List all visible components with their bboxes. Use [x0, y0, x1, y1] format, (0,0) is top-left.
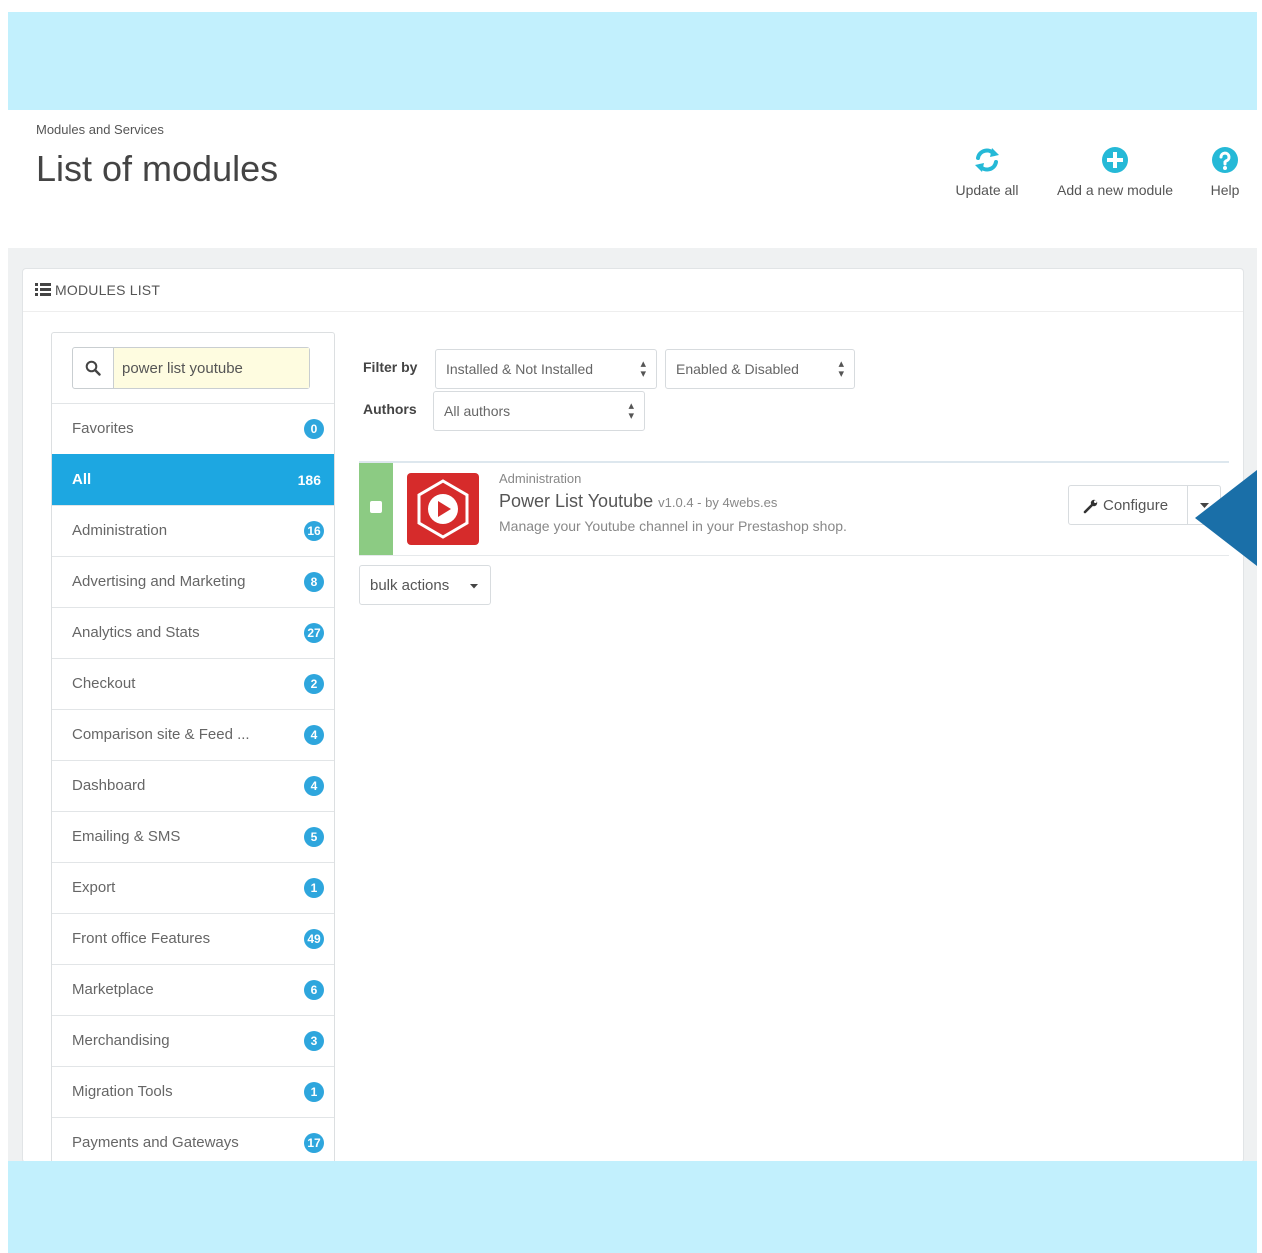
- category-label: Dashboard: [72, 777, 146, 794]
- category-label: Front office Features: [72, 930, 211, 947]
- configure-label: Configure: [1103, 497, 1169, 514]
- count-badge: 8: [304, 572, 324, 592]
- plus-circle-icon: [1102, 147, 1128, 173]
- category-front-office-features[interactable]: Front office Features 49: [52, 913, 334, 964]
- category-dashboard[interactable]: Dashboard 4: [52, 760, 334, 811]
- category-migration-tools[interactable]: Migration Tools 1: [52, 1066, 334, 1117]
- module-title: Power List Youtube v1.0.4 - by 4webs.es: [499, 491, 777, 512]
- category-label: Advertising and Marketing: [72, 573, 246, 590]
- count-badge: 2: [304, 674, 324, 694]
- module-status-bar: [359, 463, 393, 555]
- top-overlay-band: [8, 12, 1257, 110]
- modules-panel: MODULES LIST Favorites 0 All 186: [22, 268, 1244, 1161]
- category-emailing-sms[interactable]: Emailing & SMS 5: [52, 811, 334, 862]
- category-label: Administration: [72, 522, 168, 539]
- category-label: Merchandising: [72, 1032, 170, 1049]
- count-badge: 5: [304, 827, 324, 847]
- pointer-arrow-icon: [1195, 470, 1257, 566]
- category-export[interactable]: Export 1: [52, 862, 334, 913]
- bulk-actions-button[interactable]: bulk actions: [359, 565, 491, 605]
- category-list: Favorites 0 All 186 Administration 16 Ad…: [52, 403, 334, 1161]
- help-button[interactable]: Help: [1200, 146, 1250, 198]
- count-badge: 3: [304, 1031, 324, 1051]
- category-comparison-site[interactable]: Comparison site & Feed ... 4: [52, 709, 334, 760]
- count-badge: 0: [304, 419, 324, 439]
- chevron-down-icon: [470, 584, 478, 589]
- add-module-button[interactable]: Add a new module: [1040, 146, 1190, 198]
- category-analytics-stats[interactable]: Analytics and Stats 27: [52, 607, 334, 658]
- category-marketplace[interactable]: Marketplace 6: [52, 964, 334, 1015]
- authors-label: Authors: [363, 401, 417, 417]
- category-label: Checkout: [72, 675, 136, 692]
- count-badge: 4: [304, 776, 324, 796]
- category-sidebar: Favorites 0 All 186 Administration 16 Ad…: [51, 332, 335, 1161]
- update-all-label: Update all: [955, 182, 1019, 198]
- module-search-input[interactable]: [113, 348, 309, 388]
- sort-caret-icon: ▴ ▾: [640, 358, 646, 380]
- category-advertising-marketing[interactable]: Advertising and Marketing 8: [52, 556, 334, 607]
- category-label: Emailing & SMS: [72, 828, 181, 845]
- bottom-overlay-band: [8, 1161, 1257, 1253]
- category-label: Marketplace: [72, 981, 154, 998]
- count-badge: 16: [304, 521, 324, 541]
- category-merchandising[interactable]: Merchandising 3: [52, 1015, 334, 1066]
- category-favorites[interactable]: Favorites 0: [52, 403, 334, 454]
- module-checkbox[interactable]: [370, 501, 382, 513]
- count-badge: 27: [304, 623, 324, 643]
- count-badge: 49: [304, 929, 324, 949]
- category-all[interactable]: All 186: [52, 454, 334, 505]
- page-title: List of modules: [36, 148, 279, 189]
- filter-by-label: Filter by: [363, 359, 418, 375]
- panel-heading: MODULES LIST: [23, 269, 1243, 312]
- page-header: Modules and Services List of modules Upd…: [8, 110, 1257, 248]
- search-box: [72, 347, 310, 389]
- count-badge: 1: [304, 1082, 324, 1102]
- authors-value: All authors: [444, 403, 511, 419]
- question-circle-icon: [1212, 147, 1238, 173]
- refresh-icon: [975, 148, 999, 172]
- sort-caret-icon: ▴ ▾: [838, 358, 844, 380]
- module-name: Power List Youtube: [499, 491, 654, 511]
- sort-caret-icon: ▴ ▾: [628, 400, 634, 422]
- module-description: Manage your Youtube channel in your Pres…: [499, 518, 847, 534]
- count-badge: 1: [304, 878, 324, 898]
- category-label: Export: [72, 879, 116, 896]
- count-badge: 186: [297, 472, 321, 488]
- category-label: Payments and Gateways: [72, 1134, 239, 1151]
- enabled-status-value: Enabled & Disabled: [676, 361, 799, 377]
- category-label: All: [72, 471, 92, 488]
- module-category: Administration: [499, 471, 582, 486]
- bulk-actions-label: bulk actions: [370, 577, 450, 594]
- search-icon[interactable]: [85, 360, 101, 376]
- configure-button[interactable]: Configure: [1068, 485, 1188, 525]
- module-row: Administration Power List Youtube v1.0.4…: [359, 461, 1229, 556]
- enabled-status-select[interactable]: Enabled & Disabled ▴ ▾: [665, 349, 855, 389]
- category-label: Migration Tools: [72, 1083, 173, 1100]
- category-label: Favorites: [72, 420, 134, 437]
- panel-heading-label: MODULES LIST: [55, 282, 161, 298]
- help-label: Help: [1210, 182, 1240, 198]
- category-label: Comparison site & Feed ...: [72, 726, 250, 743]
- count-badge: 4: [304, 725, 324, 745]
- category-payments-gateways[interactable]: Payments and Gateways 17: [52, 1117, 334, 1161]
- category-checkout[interactable]: Checkout 2: [52, 658, 334, 709]
- module-meta: v1.0.4 - by 4webs.es: [658, 495, 778, 510]
- install-status-select[interactable]: Installed & Not Installed ▴ ▾: [435, 349, 657, 389]
- count-badge: 17: [304, 1133, 324, 1153]
- list-icon: [35, 283, 51, 296]
- update-all-button[interactable]: Update all: [942, 146, 1032, 198]
- category-administration[interactable]: Administration 16: [52, 505, 334, 556]
- page-area: Modules and Services List of modules Upd…: [8, 110, 1257, 1161]
- authors-select[interactable]: All authors ▴ ▾: [433, 391, 645, 431]
- add-module-label: Add a new module: [1057, 182, 1173, 198]
- category-label: Analytics and Stats: [72, 624, 200, 641]
- install-status-value: Installed & Not Installed: [446, 361, 594, 377]
- wrench-icon: [1083, 499, 1098, 514]
- count-badge: 6: [304, 980, 324, 1000]
- youtube-play-icon: [407, 473, 479, 545]
- breadcrumb[interactable]: Modules and Services: [36, 122, 164, 137]
